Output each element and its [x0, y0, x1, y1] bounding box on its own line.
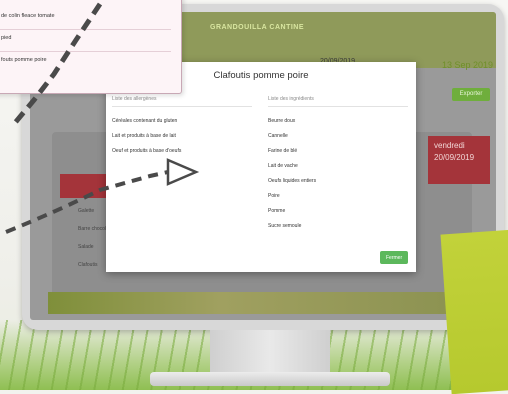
close-button[interactable]: Fermer	[380, 251, 408, 264]
booklet-decoration	[440, 229, 508, 394]
bg-row-0: Galette	[78, 208, 95, 214]
bg-row-3: Clafoutis	[78, 262, 98, 268]
ingredient-item: Pomme	[268, 208, 286, 214]
allergens-column: Liste des allergènes Céréales contenant …	[112, 96, 252, 159]
app-logo: GRANDOUILLA CANTINE	[210, 24, 305, 31]
ingredient-item: Oeufs liquides entiers	[268, 178, 317, 184]
allergen-item: Oeuf et produits à base d'oeufs	[112, 148, 182, 154]
day-card-text: vendredi 20/09/2019	[434, 141, 475, 162]
ingredient-item: Cannelle	[268, 133, 288, 139]
callout-line[interactable]: de colin fleace tomate	[1, 13, 55, 19]
bg-row-2: Salade	[78, 244, 94, 250]
allergen-item: Lait et produits à base de lait	[112, 133, 176, 139]
ingredients-header: Liste des ingrédients	[268, 96, 408, 107]
allergens-header: Liste des allergènes	[112, 96, 252, 107]
callout-divider	[0, 29, 171, 30]
monitor-base	[150, 372, 390, 386]
app-date-highlight: 13 Sep 2019	[442, 60, 494, 70]
callout-divider	[0, 51, 171, 52]
export-button[interactable]: Exporter	[452, 88, 490, 101]
ingredient-item: Lait de vache	[268, 163, 298, 169]
callout-card: de colin fleace tomate pied fouts pomme …	[0, 0, 182, 94]
footer-strip	[48, 292, 478, 314]
monitor-stand	[210, 330, 330, 374]
allergen-item: Céréales contenant du gluten	[112, 118, 178, 124]
callout-line[interactable]: pied	[1, 35, 11, 41]
ingredient-item: Sucre semoule	[268, 223, 302, 229]
ingredients-column: Liste des ingrédients Beurre doux Cannel…	[268, 96, 408, 234]
ingredient-item: Poire	[268, 193, 280, 199]
day-card: vendredi 20/09/2019	[428, 136, 490, 184]
ingredient-item: Farine de blé	[268, 148, 298, 154]
callout-line[interactable]: fouts pomme poire	[1, 57, 47, 63]
ingredient-item: Beurre doux	[268, 118, 296, 124]
